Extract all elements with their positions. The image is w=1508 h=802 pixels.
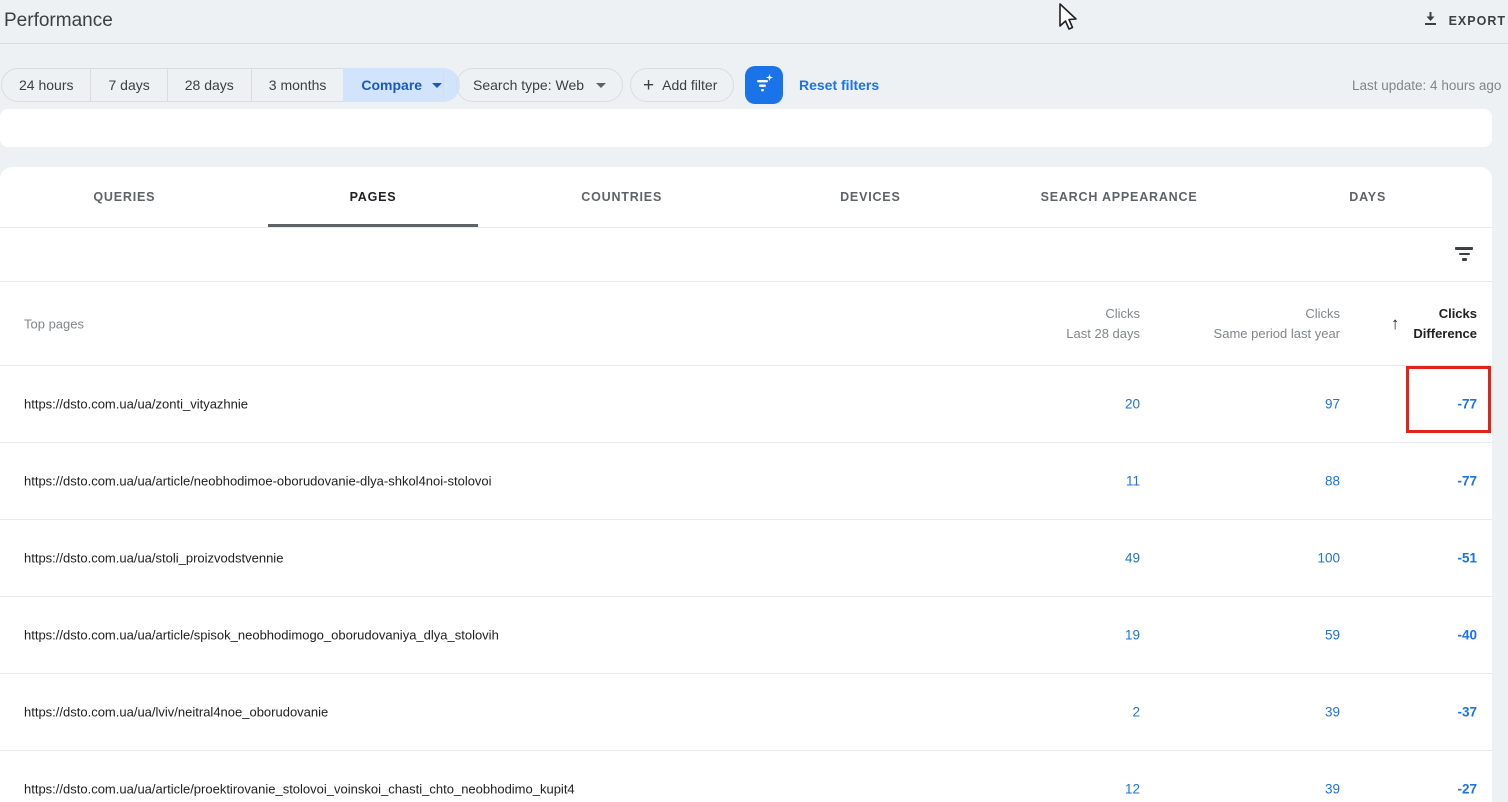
range-28-days[interactable]: 28 days xyxy=(166,68,252,102)
filter-divider xyxy=(443,70,444,100)
reset-filters-link[interactable]: Reset filters xyxy=(799,68,879,102)
chevron-down-icon xyxy=(596,82,607,88)
clicks-28d-value[interactable]: 11 xyxy=(1126,474,1140,489)
export-button[interactable]: EXPORT xyxy=(1422,10,1506,32)
export-label: EXPORT xyxy=(1448,14,1506,28)
clicks-prev-value[interactable]: 39 xyxy=(1325,782,1340,797)
table-row[interactable]: https://dsto.com.ua/ua/article/proektiro… xyxy=(0,751,1492,802)
table-toolbar xyxy=(0,228,1492,282)
clicks-difference-value[interactable]: -37 xyxy=(1457,705,1477,720)
tab-pages[interactable]: PAGES xyxy=(249,167,498,227)
clicks-prev-value[interactable]: 88 xyxy=(1325,474,1340,489)
clicks-difference-value[interactable]: -77 xyxy=(1457,474,1477,489)
compare-label: Compare xyxy=(361,77,423,93)
page-url-link[interactable]: https://dsto.com.ua/ua/article/neobhodim… xyxy=(24,474,492,489)
filter-sparkle-icon xyxy=(753,72,775,99)
sort-ascending-icon[interactable]: ↑ xyxy=(1391,314,1400,334)
table-header: Top pages Clicks Last 28 days Clicks Sam… xyxy=(0,282,1492,366)
table-row[interactable]: https://dsto.com.ua/ua/lviv/neitral4noe_… xyxy=(0,674,1492,751)
search-type-dropdown[interactable]: Search type: Web xyxy=(456,68,624,102)
filter-bar: 24 hours 7 days 28 days 3 months Compare… xyxy=(0,44,1508,109)
top-header: Performance EXPORT xyxy=(0,0,1508,44)
clicks-28d-value[interactable]: 49 xyxy=(1125,551,1140,566)
table-body: https://dsto.com.ua/ua/zonti_vityazhnie … xyxy=(0,366,1492,802)
report-tabs: QUERIES PAGES COUNTRIES DEVICES SEARCH A… xyxy=(0,167,1492,228)
report-card: QUERIES PAGES COUNTRIES DEVICES SEARCH A… xyxy=(0,167,1492,802)
add-filter-button[interactable]: + Add filter xyxy=(630,68,735,102)
tab-queries[interactable]: QUERIES xyxy=(0,167,249,227)
clicks-difference-value[interactable]: -51 xyxy=(1457,551,1477,566)
tab-countries[interactable]: COUNTRIES xyxy=(497,167,746,227)
clicks-prev-value[interactable]: 59 xyxy=(1325,628,1340,643)
clicks-prev-value[interactable]: 39 xyxy=(1325,705,1340,720)
table-row[interactable]: https://dsto.com.ua/ua/article/spisok_ne… xyxy=(0,597,1492,674)
clicks-difference-value[interactable]: -77 xyxy=(1457,397,1477,412)
smart-filter-button[interactable] xyxy=(745,66,783,104)
clicks-28d-value[interactable]: 2 xyxy=(1132,705,1140,720)
clicks-28d-value[interactable]: 20 xyxy=(1125,397,1140,412)
page-url-link[interactable]: https://dsto.com.ua/ua/stoli_proizvodstv… xyxy=(24,551,283,566)
column-header-clicks-difference[interactable]: ↑ Clicks Difference xyxy=(1391,304,1477,344)
download-icon xyxy=(1422,10,1439,32)
range-24-hours[interactable]: 24 hours xyxy=(1,68,92,102)
date-range-group: 24 hours 7 days 28 days 3 months Compare xyxy=(1,68,461,102)
clicks-28d-value[interactable]: 12 xyxy=(1125,782,1140,797)
chart-card-bottom xyxy=(0,109,1492,147)
column-header-clicks-prev[interactable]: Clicks Same period last year xyxy=(1214,304,1340,344)
range-3-months[interactable]: 3 months xyxy=(250,68,345,102)
clicks-28d-value[interactable]: 19 xyxy=(1125,628,1140,643)
page-url-link[interactable]: https://dsto.com.ua/ua/zonti_vityazhnie xyxy=(24,397,248,412)
last-update-text: Last update: 4 hours ago xyxy=(1352,77,1502,93)
clicks-prev-value[interactable]: 100 xyxy=(1317,551,1340,566)
page-url-link[interactable]: https://dsto.com.ua/ua/article/proektiro… xyxy=(24,782,575,797)
tab-search-appearance[interactable]: SEARCH APPEARANCE xyxy=(995,167,1244,227)
tab-days[interactable]: DAYS xyxy=(1243,167,1492,227)
page-title: Performance xyxy=(4,10,113,31)
table-row[interactable]: https://dsto.com.ua/ua/article/neobhodim… xyxy=(0,443,1492,520)
clicks-prev-value[interactable]: 97 xyxy=(1325,397,1340,412)
table-row[interactable]: https://dsto.com.ua/ua/stoli_proizvodstv… xyxy=(0,520,1492,597)
page-url-link[interactable]: https://dsto.com.ua/ua/article/spisok_ne… xyxy=(24,628,499,643)
page-url-link[interactable]: https://dsto.com.ua/ua/lviv/neitral4noe_… xyxy=(24,705,328,720)
chevron-down-icon xyxy=(432,82,443,88)
clicks-difference-value[interactable]: -40 xyxy=(1457,628,1477,643)
add-filter-label: Add filter xyxy=(662,77,718,93)
range-7-days[interactable]: 7 days xyxy=(90,68,168,102)
column-header-top-pages[interactable]: Top pages xyxy=(24,316,84,331)
table-filter-icon[interactable] xyxy=(1455,247,1473,263)
plus-icon: + xyxy=(643,74,655,96)
search-type-label: Search type: Web xyxy=(473,77,585,93)
table-row[interactable]: https://dsto.com.ua/ua/zonti_vityazhnie … xyxy=(0,366,1492,443)
tab-devices[interactable]: DEVICES xyxy=(746,167,995,227)
column-header-clicks-28d[interactable]: Clicks Last 28 days xyxy=(1066,304,1140,344)
clicks-difference-value[interactable]: -27 xyxy=(1457,782,1477,797)
